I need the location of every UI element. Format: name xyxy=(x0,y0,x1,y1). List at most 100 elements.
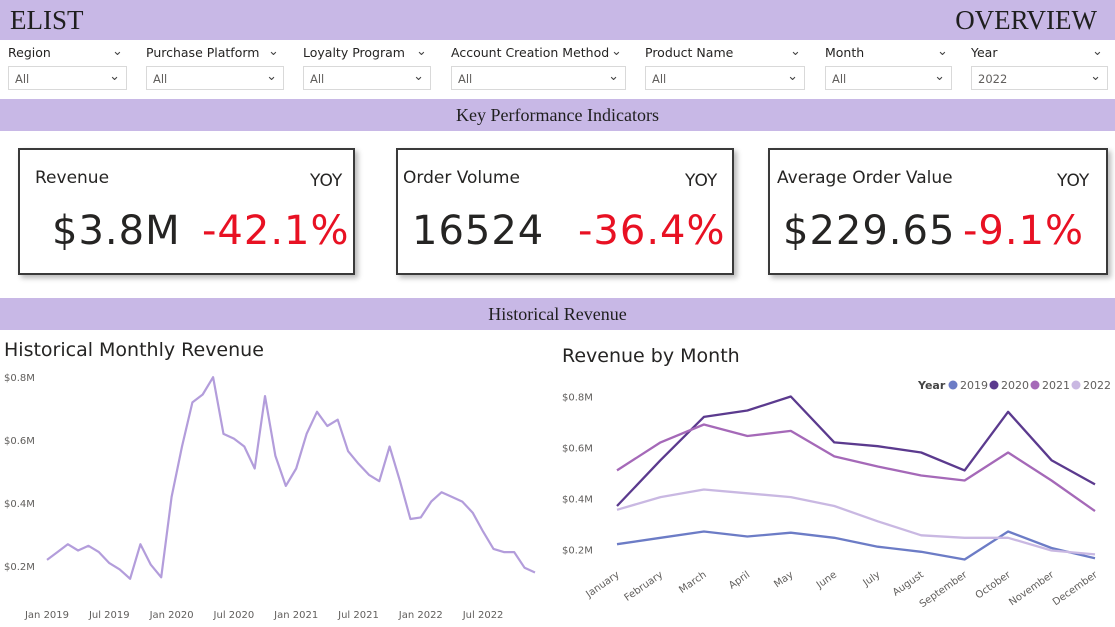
filter-dropdown[interactable]: 2022 ⌄ xyxy=(971,66,1108,90)
chevron-down-icon[interactable]: ⌄ xyxy=(416,44,427,59)
kpi-yoy-label: YOY xyxy=(310,171,343,191)
kpi-card-revenue: Revenue YOY $3.8M -42.1% xyxy=(18,148,355,275)
revenue-by-month-chart[interactable]: Year 2019 2020 2021 2022 $0.2M $0.4M $0.6M $0.8M… xyxy=(555,370,1115,627)
x-tick-label: Jul 2019 xyxy=(88,610,130,621)
filter-year: Year ⌄ 2022 ⌄ xyxy=(971,40,1108,94)
chevron-down-icon[interactable]: ⌄ xyxy=(112,44,123,59)
legend-marker xyxy=(1071,380,1081,390)
x-tick-label: November xyxy=(1007,569,1057,608)
y-tick-label: $0.6M xyxy=(4,436,35,447)
filter-dropdown[interactable]: All ⌄ xyxy=(8,66,127,90)
y-tick-label: $0.8M xyxy=(562,393,593,404)
historical-revenue-chart[interactable]: $0.2M $0.4M $0.6M $0.8M Jan 2019 Jul 2019 Jan … xyxy=(0,360,550,627)
chevron-down-icon: ⌄ xyxy=(934,69,945,84)
kpi-yoy-value: -9.1% xyxy=(963,208,1085,254)
legend-item-label[interactable]: 2020 xyxy=(1001,379,1029,392)
y-tick-label: $0.2M xyxy=(562,545,593,556)
kpi-card-order-volume: Order Volume YOY 16524 -36.4% xyxy=(396,148,734,275)
legend-marker xyxy=(989,380,999,390)
x-tick-label: Jul 2022 xyxy=(462,610,504,621)
x-tick-label: December xyxy=(1051,569,1101,608)
filter-dropdown[interactable]: All ⌄ xyxy=(146,66,284,90)
chevron-down-icon: ⌄ xyxy=(1090,69,1101,84)
legend-item-label[interactable]: 2022 xyxy=(1083,379,1111,392)
x-tick-label: Jan 2022 xyxy=(398,610,443,621)
x-tick-label: September xyxy=(918,569,970,610)
filter-label: Product Name xyxy=(645,45,734,60)
chevron-down-icon: ⌄ xyxy=(109,69,120,84)
filter-dropdown[interactable]: All ⌄ xyxy=(645,66,805,90)
chevron-down-icon[interactable]: ⌄ xyxy=(611,44,622,59)
kpi-section-header: Key Performance Indicators xyxy=(0,99,1115,131)
series-line-2020[interactable] xyxy=(616,395,1096,507)
filter-value: 2022 xyxy=(978,72,1008,86)
y-tick-label: $0.2M xyxy=(4,562,35,573)
filter-dropdown[interactable]: All ⌄ xyxy=(303,66,431,90)
kpi-value: $229.65 xyxy=(783,208,956,254)
series-line-2021[interactable] xyxy=(616,423,1096,513)
kpi-card-average-order-value: Average Order Value YOY $229.65 -9.1% xyxy=(768,148,1108,275)
filter-product-name: Product Name ⌄ All ⌄ xyxy=(645,40,805,94)
kpi-title: Revenue xyxy=(35,168,110,188)
x-tick-label: June xyxy=(814,569,839,591)
kpi-value: 16524 xyxy=(412,208,545,254)
filter-loyalty-program: Loyalty Program ⌄ All ⌄ xyxy=(303,40,431,94)
filter-label: Year xyxy=(971,45,998,60)
x-tick-label: February xyxy=(623,569,666,603)
page-title: OVERVIEW xyxy=(955,5,1097,35)
chevron-down-icon[interactable]: ⌄ xyxy=(1092,44,1103,59)
x-tick-label: March xyxy=(677,569,708,595)
filter-value: All xyxy=(458,72,473,86)
filter-label: Account Creation Method xyxy=(451,45,610,60)
filter-label: Loyalty Program xyxy=(303,45,405,60)
chart-title-by-month: Revenue by Month xyxy=(562,345,740,367)
x-tick-label: Jan 2019 xyxy=(24,610,69,621)
y-tick-label: $0.6M xyxy=(562,443,593,454)
y-tick-label: $0.4M xyxy=(562,494,593,505)
filter-account-creation-method: Account Creation Method ⌄ All ⌄ xyxy=(451,40,626,94)
x-tick-label: Jan 2021 xyxy=(273,610,318,621)
series-line-2022[interactable] xyxy=(616,488,1096,556)
history-section-header: Historical Revenue xyxy=(0,298,1115,330)
header-bar: ELIST OVERVIEW xyxy=(0,0,1115,40)
filter-purchase-platform: Purchase Platform ⌄ All ⌄ xyxy=(146,40,284,94)
x-tick-label: July xyxy=(861,569,883,589)
chevron-down-icon[interactable]: ⌄ xyxy=(937,44,948,59)
kpi-yoy-value: -36.4% xyxy=(578,208,726,254)
x-tick-label: Jan 2020 xyxy=(149,610,194,621)
y-tick-label: $0.4M xyxy=(4,499,35,510)
filter-value: All xyxy=(652,72,667,86)
filter-region: Region ⌄ All ⌄ xyxy=(8,40,127,94)
series-line-2019[interactable] xyxy=(616,530,1096,561)
filter-dropdown[interactable]: All ⌄ xyxy=(451,66,626,90)
filter-label: Region xyxy=(8,45,51,60)
chevron-down-icon: ⌄ xyxy=(787,69,798,84)
series-line-revenue[interactable] xyxy=(46,376,536,580)
brand-title: ELIST xyxy=(10,5,84,35)
chevron-down-icon[interactable]: ⌄ xyxy=(790,44,801,59)
filter-label: Purchase Platform xyxy=(146,45,260,60)
kpi-yoy-label: YOY xyxy=(685,171,718,191)
chevron-down-icon: ⌄ xyxy=(608,69,619,84)
legend-marker xyxy=(1030,380,1040,390)
kpi-value: $3.8M xyxy=(52,208,181,254)
legend-marker xyxy=(948,380,958,390)
y-tick-label: $0.8M xyxy=(4,373,35,384)
x-tick-label: Jul 2020 xyxy=(213,610,255,621)
kpi-title: Average Order Value xyxy=(777,168,953,188)
filter-month: Month ⌄ All ⌄ xyxy=(825,40,952,94)
x-tick-label: August xyxy=(891,569,926,598)
x-tick-label: October xyxy=(974,569,1014,601)
filter-value: All xyxy=(15,72,30,86)
kpi-title: Order Volume xyxy=(403,168,520,188)
x-tick-label: Jul 2021 xyxy=(337,610,379,621)
chevron-down-icon: ⌄ xyxy=(413,69,424,84)
chevron-down-icon: ⌄ xyxy=(266,69,277,84)
legend-item-label[interactable]: 2021 xyxy=(1042,379,1070,392)
chevron-down-icon[interactable]: ⌄ xyxy=(268,44,279,59)
legend-title: Year xyxy=(917,379,946,392)
filter-dropdown[interactable]: All ⌄ xyxy=(825,66,952,90)
x-tick-label: April xyxy=(727,569,752,591)
legend-item-label[interactable]: 2019 xyxy=(960,379,988,392)
chart-title-historical: Historical Monthly Revenue xyxy=(4,339,264,361)
